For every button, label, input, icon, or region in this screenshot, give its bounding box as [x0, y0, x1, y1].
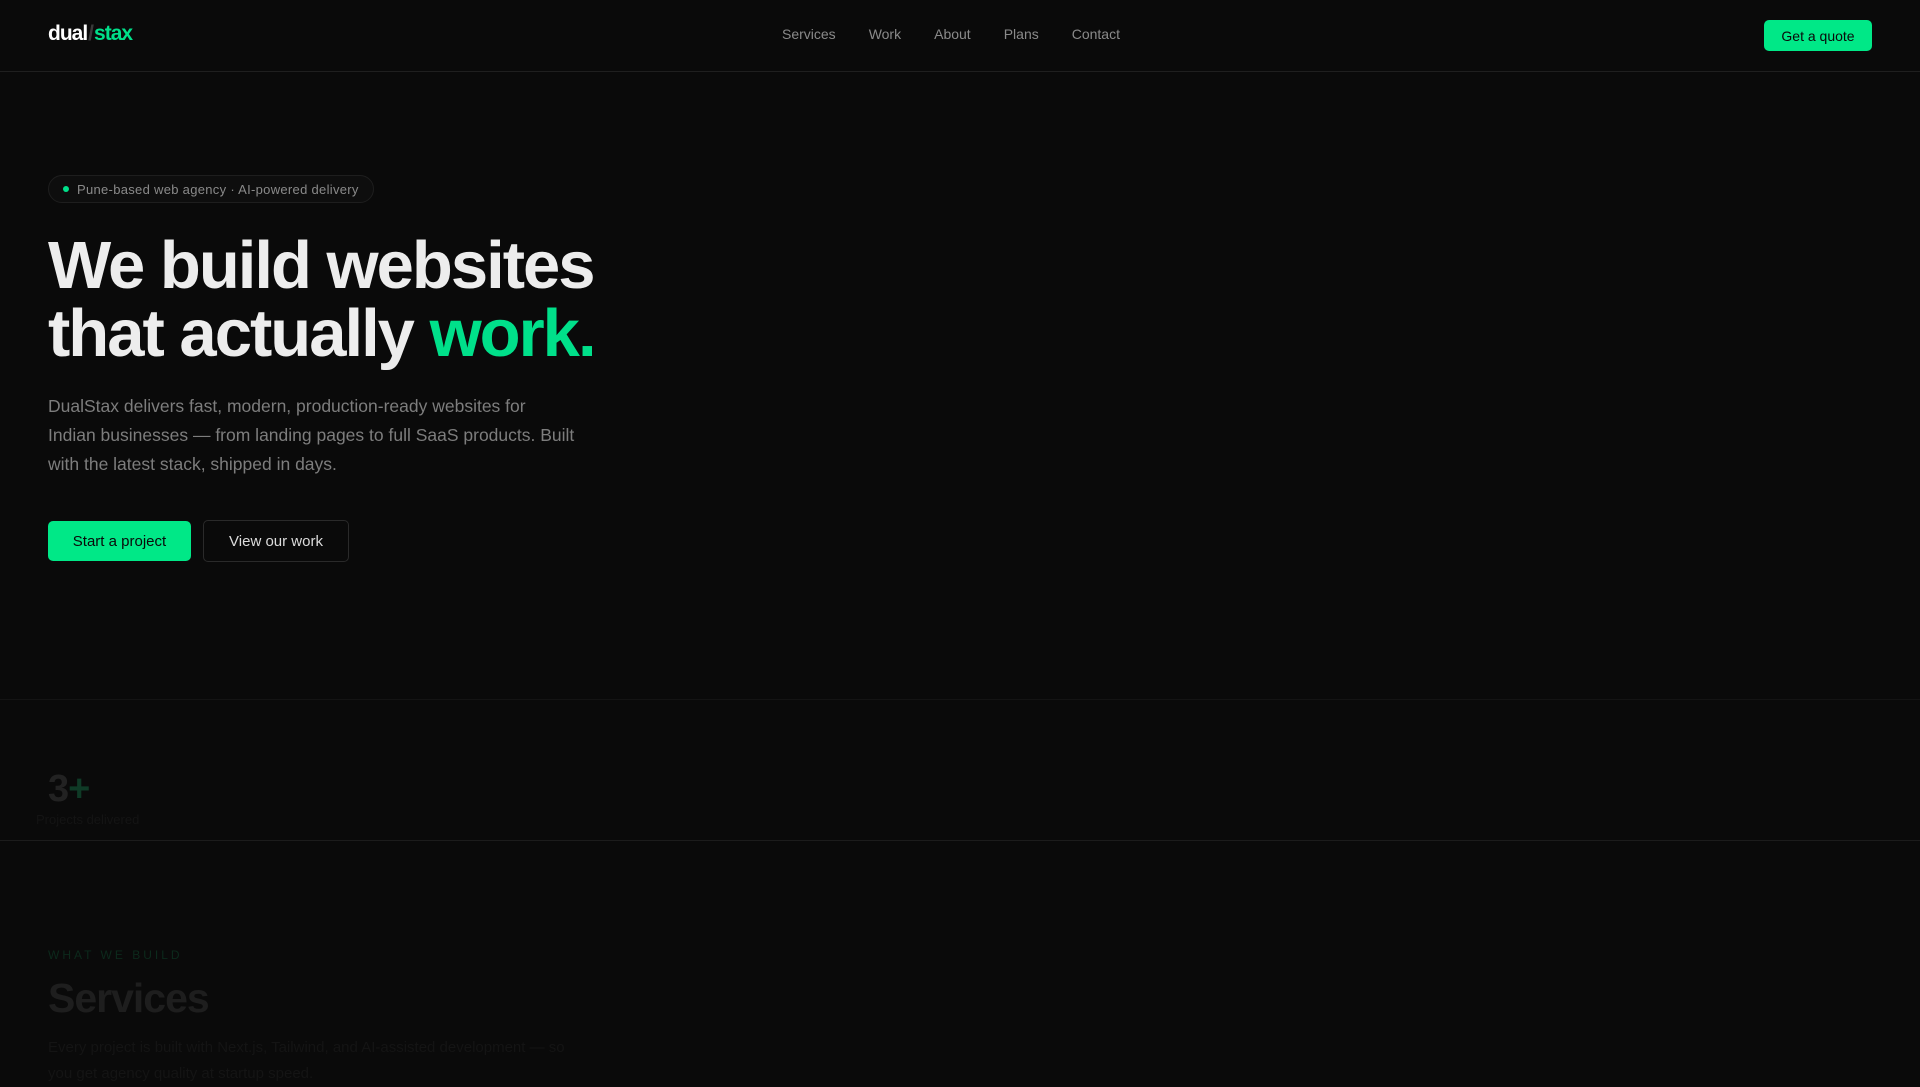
- top-nav: dual/stax Services Work About Plans Cont…: [0, 0, 1920, 72]
- get-quote-button[interactable]: Get a quote: [1764, 20, 1872, 51]
- status-dot-icon: [63, 186, 69, 192]
- view-work-button[interactable]: View our work: [203, 520, 349, 562]
- stat-label: Projects delivered: [36, 812, 140, 827]
- nav-link-services[interactable]: Services: [782, 26, 836, 42]
- logo[interactable]: dual/stax: [48, 22, 133, 46]
- stat-suffix: +: [68, 768, 90, 810]
- nav-link-contact[interactable]: Contact: [1072, 26, 1120, 42]
- hero-title-line1: We build websites: [48, 228, 596, 303]
- logo-part1: dual: [48, 22, 88, 45]
- services-eyebrow: WHAT WE BUILD: [48, 948, 183, 962]
- hero-badge: Pune-based web agency · AI-powered deliv…: [48, 175, 374, 203]
- services-title: Services: [48, 975, 210, 1021]
- services-description: Every project is built with Next.js, Tai…: [48, 1039, 565, 1082]
- section-divider: [0, 840, 1920, 841]
- badge-text: Pune-based web agency · AI-powered deliv…: [77, 181, 359, 197]
- section-divider: [0, 699, 1920, 700]
- nav-link-work[interactable]: Work: [869, 26, 901, 42]
- hero-title-highlight: work.: [429, 296, 597, 371]
- hero-title-line2: that actually: [48, 296, 430, 371]
- logo-part2: stax: [94, 22, 133, 45]
- start-project-button[interactable]: Start a project: [48, 521, 191, 561]
- hero-description: DualStax delivers fast, modern, producti…: [48, 396, 575, 474]
- nav-link-plans[interactable]: Plans: [1004, 26, 1039, 42]
- logo-separator: /: [88, 22, 94, 45]
- stat-number: 3: [48, 768, 69, 810]
- hero-title: We build websites that actually work.: [48, 232, 597, 371]
- stat-value: 3+: [48, 768, 90, 811]
- nav-link-about[interactable]: About: [934, 26, 971, 42]
- nav-links: Services Work About Plans Contact: [782, 26, 1120, 42]
